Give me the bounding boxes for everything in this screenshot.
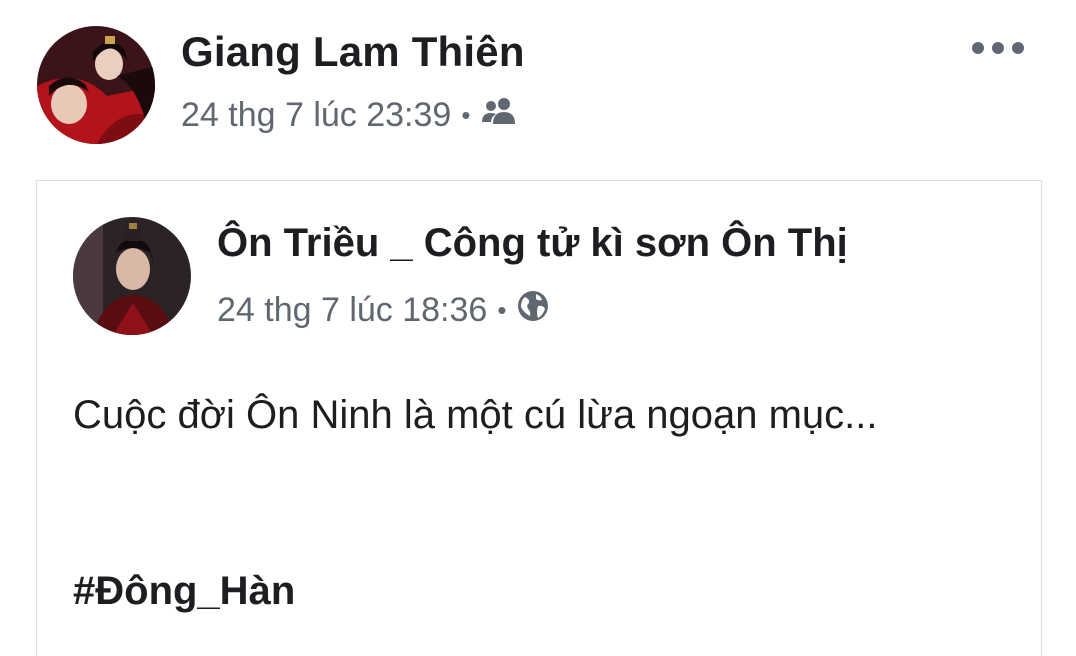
author-avatar[interactable]	[37, 26, 155, 144]
shared-post-text: Cuộc đời Ôn Ninh là một cú lừa ngoạn mục…	[73, 393, 878, 437]
globe-icon[interactable]	[516, 289, 550, 332]
shared-post-card[interactable]: Ôn Triều _ Công tử kì sơn Ôn Thị 24 thg …	[36, 180, 1042, 656]
shared-author-avatar[interactable]	[73, 217, 191, 335]
shared-post-timestamp[interactable]: 24 thg 7 lúc 18:36	[217, 291, 487, 330]
more-horizontal-icon	[1012, 42, 1024, 54]
shared-post-meta: 24 thg 7 lúc 18:36 •	[217, 289, 550, 332]
post-timestamp[interactable]: 24 thg 7 lúc 23:39	[181, 96, 451, 135]
post-meta: 24 thg 7 lúc 23:39 •	[181, 96, 518, 135]
meta-separator: •	[497, 295, 507, 325]
meta-separator: •	[461, 100, 471, 130]
more-horizontal-icon	[992, 42, 1004, 54]
more-horizontal-icon	[972, 42, 984, 54]
hashtag-link[interactable]: #Đông_Hàn	[73, 569, 295, 614]
author-name[interactable]: Giang Lam Thiên	[181, 28, 525, 76]
shared-author-name[interactable]: Ôn Triều _ Công tử kì sơn Ôn Thị	[217, 221, 848, 266]
post: Giang Lam Thiên 24 thg 7 lúc 23:39 • Ôn …	[0, 0, 1076, 656]
friends-icon[interactable]	[480, 96, 518, 135]
more-options-button[interactable]	[972, 34, 1024, 62]
shared-author-avatar-image	[73, 217, 191, 335]
author-avatar-image	[37, 26, 155, 144]
